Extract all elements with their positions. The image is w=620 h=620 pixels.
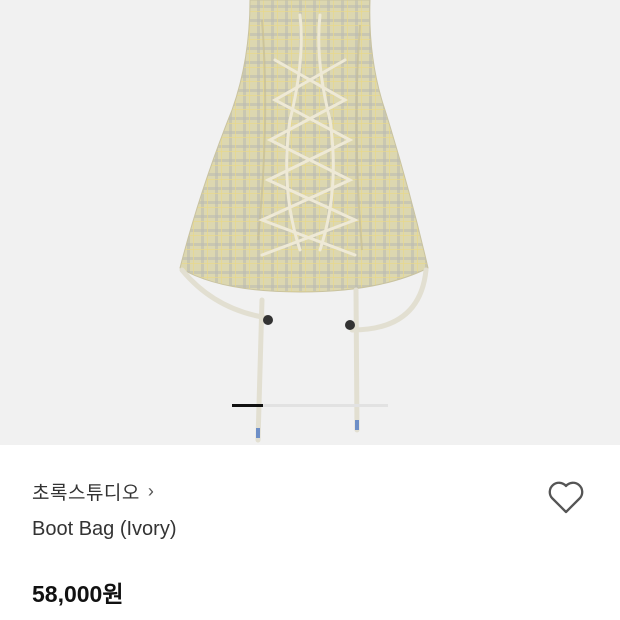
slide-indicator-active	[232, 404, 264, 407]
product-image-gallery[interactable]	[0, 0, 620, 445]
chevron-right-icon: ›	[147, 481, 154, 501]
brand-name: 초록스튜디오	[32, 483, 140, 504]
wishlist-button[interactable]	[546, 478, 586, 516]
slide-indicator	[232, 404, 388, 407]
product-title: Boot Bag (Ivory)	[32, 518, 177, 540]
heart-icon	[548, 481, 584, 514]
product-image	[179, 0, 429, 443]
brand-link[interactable]: 초록스튜디오 ›	[32, 478, 154, 505]
product-price: 58,000원	[32, 581, 124, 607]
